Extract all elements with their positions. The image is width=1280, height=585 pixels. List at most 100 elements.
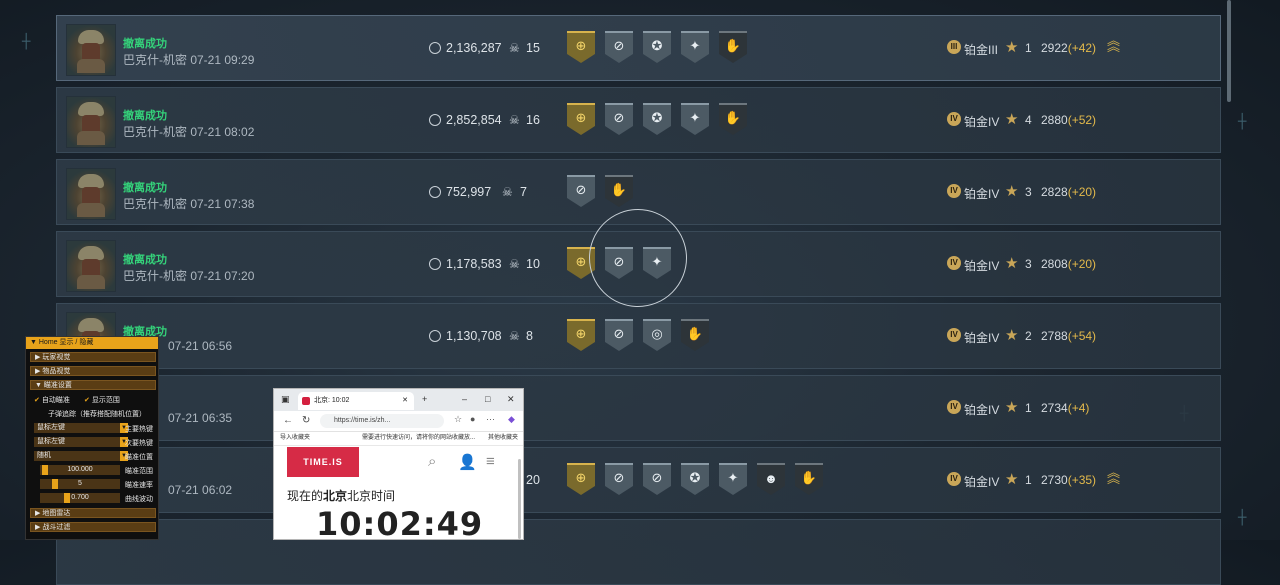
medal-badge-icon[interactable]: ⊘ bbox=[643, 463, 671, 495]
medal-badge-icon[interactable]: ⊕ bbox=[567, 103, 595, 135]
medal-badge-icon[interactable]: ⊘ bbox=[605, 319, 633, 351]
extract-status: 撤离成功 bbox=[123, 182, 167, 194]
close-tab-icon[interactable]: ✕ bbox=[402, 392, 408, 410]
medal-badge-icon[interactable]: ✋ bbox=[605, 175, 633, 207]
star-bookmark-icon[interactable]: ☆ bbox=[454, 414, 462, 425]
curve-slider[interactable]: 0.700 bbox=[40, 493, 120, 503]
range-slider[interactable]: 100.000 bbox=[40, 465, 120, 475]
more-icon[interactable]: ··· bbox=[486, 414, 495, 424]
medal-badge-icon[interactable]: ⊘ bbox=[605, 103, 633, 135]
tab-actions-icon[interactable]: ▣ bbox=[281, 394, 290, 405]
medal-badge-icon[interactable]: ⊘ bbox=[605, 31, 633, 63]
medal-badge-icon[interactable]: ✪ bbox=[643, 31, 671, 63]
rank-label: 铂金IV bbox=[964, 403, 1000, 417]
coin-icon bbox=[429, 330, 441, 342]
medal-badge-icon[interactable]: ✋ bbox=[795, 463, 823, 495]
match-meta: 巴克什-机密 07-21 07:38 bbox=[123, 197, 255, 211]
primary-key-select[interactable]: 鼠标左键 ▼ bbox=[34, 423, 128, 433]
rank-score: 2808(+20) bbox=[1041, 257, 1097, 271]
match-row[interactable]: 撤离成功 巴克什-机密 07-21 08:02 2,852,854 ☠ 16 ⊕… bbox=[56, 87, 1221, 153]
medal-badge-icon[interactable]: ☻ bbox=[757, 463, 785, 495]
user-icon[interactable]: 👤 bbox=[458, 453, 477, 471]
primary-key-label: 主要热键 bbox=[125, 426, 153, 433]
match-row[interactable]: 07-21 06:02 20 ⊕ ⊘ ⊘ ✪ ✦ ☻ ✋ IV 铂金IV ★ 1… bbox=[56, 447, 1221, 513]
rank-label: 铂金IV bbox=[964, 331, 1000, 345]
medal-badge-icon[interactable]: ⊕ bbox=[567, 319, 595, 351]
match-row[interactable]: 撤离成功 巴克什-机密 07-21 09:29 2,136,287 ☠ 15 ⊕… bbox=[56, 15, 1221, 81]
speed-slider[interactable]: 5 bbox=[40, 479, 120, 489]
match-row[interactable]: 07-21 06:35 IV 铂金IV ★ 1 2734(+4) bbox=[56, 375, 1221, 441]
medal-badge-icon[interactable]: ⊘ bbox=[605, 463, 633, 495]
profile-icon[interactable]: ● bbox=[470, 414, 475, 424]
aim-position-select[interactable]: 随机 ▼ bbox=[34, 451, 128, 461]
medal-badge-icon[interactable]: ⊕ bbox=[567, 31, 595, 63]
medal-badge-icon[interactable]: ⊘ bbox=[567, 175, 595, 207]
overlay-panel: ▼ Home 显示 / 隐藏 ▶ 玩家视觉 ▶ 物品视觉 ▼ 瞄准设置 ✔ 自动瞄… bbox=[25, 336, 159, 540]
medal-badge-icon[interactable]: ⊕ bbox=[567, 463, 595, 495]
browser-window: ▣ 北京: 10:02 ✕ + – □ ✕ ← ↻ https://time.i… bbox=[273, 388, 524, 540]
section-aim[interactable]: ▼ 瞄准设置 bbox=[30, 380, 156, 390]
rank-emblem-icon: IV bbox=[947, 472, 961, 486]
star-icon: ★ bbox=[1005, 111, 1019, 128]
match-row[interactable]: 撤离成功 07-21 06:56 1,130,708 ☠ 8 ⊕ ⊘ ◎ ✋ I… bbox=[56, 303, 1221, 369]
medal-badge-icon[interactable]: ✪ bbox=[643, 103, 671, 135]
section-combat[interactable]: ▶ 战斗过滤 bbox=[30, 522, 156, 532]
other-bookmarks-link[interactable]: 其他收藏夹 bbox=[488, 432, 518, 445]
rank-emblem-icon: III bbox=[947, 40, 961, 54]
list-scrollbar[interactable] bbox=[1227, 0, 1231, 102]
medal-badge-icon[interactable]: ◎ bbox=[643, 319, 671, 351]
browser-tab[interactable]: 北京: 10:02 ✕ bbox=[298, 392, 414, 410]
star-count: 1 bbox=[1025, 41, 1032, 55]
minimize-icon[interactable]: – bbox=[462, 394, 467, 404]
rank-emblem-icon: IV bbox=[947, 400, 961, 414]
medal-badge-icon[interactable]: ✦ bbox=[719, 463, 747, 495]
timeis-logo[interactable]: TIME.IS bbox=[287, 447, 359, 477]
rank-score: 2828(+20) bbox=[1041, 185, 1097, 199]
star-icon: ★ bbox=[1005, 183, 1019, 200]
page-scrollbar[interactable] bbox=[518, 459, 521, 539]
medal-badge-icon[interactable]: ✋ bbox=[719, 103, 747, 135]
secondary-key-select[interactable]: 鼠标左键 ▼ bbox=[34, 437, 128, 447]
section-items[interactable]: ▶ 物品视觉 bbox=[30, 366, 156, 376]
time-headline: 现在的北京北京时间 bbox=[287, 489, 396, 503]
import-bookmarks-link[interactable]: 导入收藏夹 bbox=[280, 432, 310, 445]
rank-label: 铂金IV bbox=[964, 259, 1000, 273]
loot-value: 752,997 bbox=[446, 185, 492, 199]
timeis-favicon-icon bbox=[302, 397, 310, 405]
medal-badge-icon[interactable]: ✪ bbox=[681, 463, 709, 495]
section-players[interactable]: ▶ 玩家视觉 bbox=[30, 352, 156, 362]
rank-score: 2730(+35) bbox=[1041, 473, 1097, 487]
close-window-icon[interactable]: ✕ bbox=[507, 394, 515, 405]
copilot-icon[interactable]: ◆ bbox=[508, 414, 515, 425]
clock-display: 10:02:49 bbox=[316, 505, 484, 540]
aim-fov-circle bbox=[589, 209, 687, 307]
medal-badge-icon[interactable]: ✦ bbox=[681, 31, 709, 63]
hamburger-menu-icon[interactable]: ≡ bbox=[486, 453, 495, 470]
maximize-icon[interactable]: □ bbox=[485, 394, 490, 404]
skull-icon: ☠ bbox=[509, 113, 520, 127]
match-row[interactable] bbox=[56, 519, 1221, 585]
rank-score: 2880(+52) bbox=[1041, 113, 1097, 127]
medal-badge-icon[interactable]: ✦ bbox=[681, 103, 709, 135]
search-icon[interactable]: ⌕ bbox=[428, 453, 436, 470]
new-tab-icon[interactable]: + bbox=[422, 394, 427, 404]
match-meta: 巴克什-机密 07-21 07:20 bbox=[123, 269, 255, 283]
grid-cross-icon: ┼ bbox=[1238, 510, 1247, 526]
operator-avatar bbox=[66, 96, 116, 148]
star-count: 3 bbox=[1025, 257, 1032, 271]
show-range-checkbox[interactable]: ✔ 显示范围 bbox=[84, 395, 120, 405]
aim-position-label: 瞄准位置 bbox=[125, 454, 153, 461]
kill-count: 10 bbox=[526, 257, 540, 271]
panel-title[interactable]: ▼ Home 显示 / 隐藏 bbox=[26, 337, 158, 349]
star-count: 4 bbox=[1025, 113, 1032, 127]
auto-aim-checkbox[interactable]: ✔ 自动瞄准 bbox=[34, 395, 70, 405]
url-field[interactable]: https://time.is/zh... bbox=[320, 414, 444, 428]
section-map[interactable]: ▶ 地图雷达 bbox=[30, 508, 156, 518]
medal-badge-icon[interactable]: ✋ bbox=[719, 31, 747, 63]
refresh-icon[interactable]: ↻ bbox=[302, 415, 310, 426]
medal-badge-icon[interactable]: ✋ bbox=[681, 319, 709, 351]
star-icon: ★ bbox=[1005, 399, 1019, 416]
bullet-track-checkbox[interactable]: 子弹追踪（推荐搭配随机位置） bbox=[48, 409, 146, 419]
back-icon[interactable]: ← bbox=[283, 415, 293, 426]
rank-label: 铂金IV bbox=[964, 115, 1000, 129]
